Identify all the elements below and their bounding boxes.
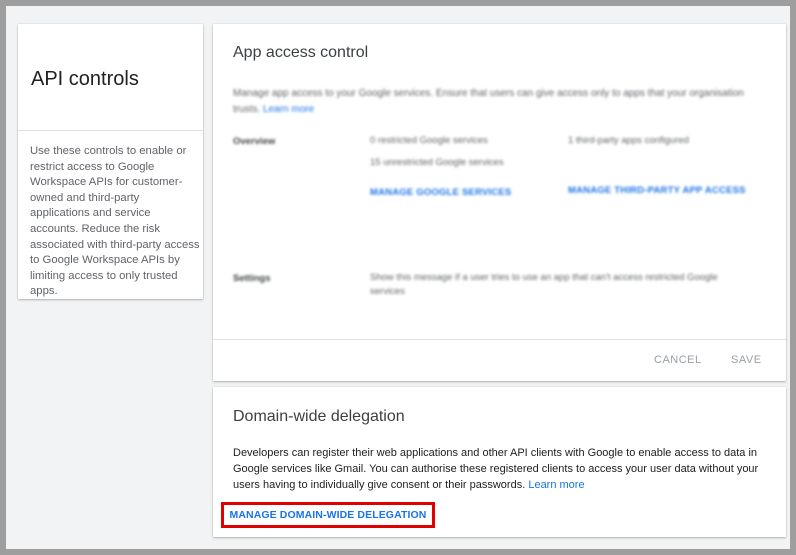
cancel-button[interactable]: CANCEL [654, 354, 702, 366]
delegation-title: Domain-wide delegation [233, 408, 405, 425]
manage-third-party-access-link[interactable]: MANAGE THIRD-PARTY APP ACCESS [568, 185, 746, 196]
page-title: API controls [31, 68, 139, 90]
domain-wide-delegation-card: Domain-wide delegation Developers can re… [213, 387, 786, 537]
overview-label: Overview [233, 136, 276, 147]
manage-domain-wide-delegation-button[interactable]: MANAGE DOMAIN-WIDE DELEGATION [221, 502, 435, 528]
app-access-description: Manage app access to your Google service… [233, 86, 753, 118]
page-frame: API controls Use these controls to enabl… [0, 0, 796, 555]
app-access-learn-more-link[interactable]: Learn more [263, 104, 314, 115]
manage-google-services-link[interactable]: MANAGE GOOGLE SERVICES [370, 187, 511, 198]
settings-label: Settings [233, 273, 271, 284]
delegation-description: Developers can register their web applic… [233, 445, 778, 493]
delegation-description-text: Developers can register their web applic… [233, 447, 759, 491]
api-controls-card: API controls Use these controls to enabl… [18, 24, 203, 299]
app-access-control-card: App access control Manage app access to … [213, 24, 786, 381]
app-access-title: App access control [233, 44, 369, 61]
settings-message-text: Show this message if a user tries to use… [370, 272, 718, 297]
third-party-apps-count: 1 third-party apps configured [568, 135, 689, 146]
divider [18, 130, 203, 131]
delegation-learn-more-link[interactable]: Learn more [528, 479, 584, 491]
api-controls-description: Use these controls to enable or restrict… [30, 145, 200, 298]
save-button[interactable]: SAVE [731, 354, 762, 366]
restricted-services-count: 0 restricted Google services [370, 135, 488, 146]
unrestricted-services-count: 15 unrestricted Google services [370, 157, 504, 168]
footer-divider [213, 339, 786, 340]
